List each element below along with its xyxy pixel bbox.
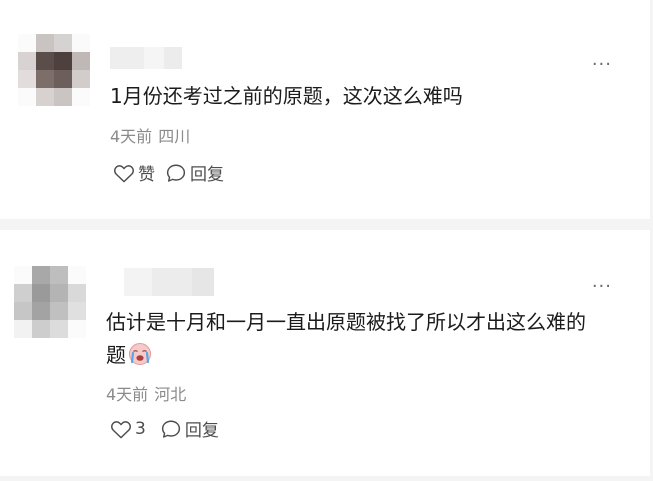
more-dots-icon: ··· [591,276,612,297]
comment-text-line: 题 [106,339,586,372]
comment-text: 1月份还考过之前的原题，这次这么难吗 [110,84,463,108]
reply-label: 回复 [184,421,219,441]
avatar[interactable] [18,34,90,106]
comment-actions: 3 回复 [110,416,219,441]
comment-location: 河北 [154,385,187,404]
comment-text: 估计是十月和一月一直出原题被找了所以才出这么难的 题 [106,306,586,372]
heart-outline-icon [111,420,131,438]
more-options-button[interactable]: ··· [592,278,612,296]
reply-button[interactable]: 回复 [160,416,219,441]
heart-outline-icon [114,164,134,182]
username-blurred[interactable] [124,268,214,296]
like-count: 3 [135,418,146,439]
more-dots-icon: ··· [591,54,612,75]
comment-card: ··· 估计是十月和一月一直出原题被找了所以才出这么难的 题 4天前河北 3 [0,230,650,476]
comment-time: 4天前 [110,127,153,146]
like-label: 赞 [138,165,155,185]
speech-bubble-icon [161,420,180,438]
username-blurred[interactable] [110,47,182,69]
speech-bubble-icon [166,164,186,182]
reply-button[interactable]: 回复 [165,160,224,185]
comment-actions: 赞 回复 [113,160,224,185]
like-button[interactable]: 赞 [113,160,155,185]
reply-label: 回复 [190,165,224,185]
comment-location: 四川 [158,127,191,146]
comment-meta: 4天前 四川 [110,123,190,147]
comment-meta: 4天前 河北 [106,381,186,405]
like-button[interactable]: 3 [110,419,146,439]
comment-text-line: 估计是十月和一月一直出原题被找了所以才出这么难的 [106,310,586,334]
avatar[interactable] [14,266,86,338]
comment-card: ··· 1月份还考过之前的原题，这次这么难吗 4天前 四川 赞 回复 [0,0,650,219]
more-options-button[interactable]: ··· [592,56,612,74]
comment-time: 4天前 [106,385,149,404]
crying-face-emoji [129,343,151,365]
